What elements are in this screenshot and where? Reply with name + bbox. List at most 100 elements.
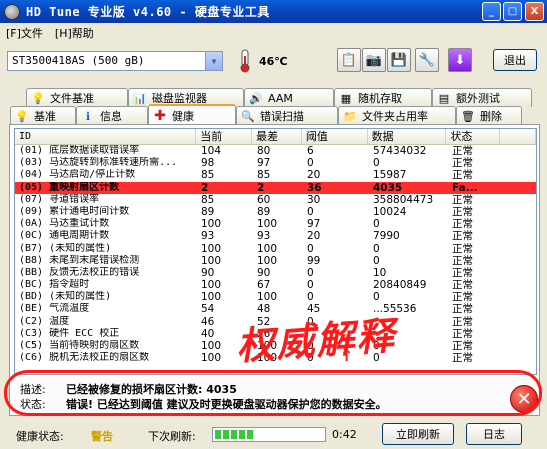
cell-current: 100 <box>201 218 222 231</box>
cell-id: (05) 重映射扇区计数 <box>19 181 120 193</box>
cell-current: 98 <box>201 157 215 170</box>
magnifier-icon: 🔍 <box>241 109 255 123</box>
speaker-icon: 🔊 <box>249 91 263 105</box>
info-icon: ℹ <box>85 109 91 123</box>
cell-id: (09) 累计通电时间计数 <box>19 205 130 217</box>
header-current[interactable]: 当前 <box>196 129 253 144</box>
maximize-button[interactable]: □ <box>503 2 522 21</box>
tab-aam[interactable]: 🔊 AAM <box>244 88 334 107</box>
options-icon[interactable]: 🔧 <box>415 48 439 72</box>
menu-help[interactable]: [H]帮助 <box>49 25 100 41</box>
table-row[interactable]: (07) 寻道错误率 85 60 30 358804473 正常 <box>15 194 536 206</box>
refresh-progress-fill <box>215 430 253 439</box>
cell-status: 正常 <box>452 352 473 365</box>
temperature-value: 46℃ <box>259 55 288 68</box>
app-disk-icon <box>4 3 20 20</box>
drive-select[interactable]: ST3500418AS (500 gB) ▼ <box>7 51 223 71</box>
cell-current: 100 <box>201 291 222 304</box>
next-refresh-label: 下次刷新: <box>148 430 196 443</box>
cell-data: 0 <box>373 291 380 304</box>
refresh-now-button[interactable]: 立即刷新 <box>382 423 454 445</box>
tab-label: 基准 <box>34 110 56 123</box>
list-header: ID 当前 最差 阈值 数据 状态 <box>15 129 536 145</box>
camera-icon[interactable]: 📷 <box>362 48 386 72</box>
table-row[interactable]: (BD) (未知的属性) 100 100 0 0 正常 <box>15 291 536 303</box>
table-row[interactable]: (05) 重映射扇区计数 2 2 36 4035 Fa... <box>15 181 536 194</box>
random-icon: ▦ <box>340 91 352 105</box>
table-row[interactable]: (04) 马达启动/停止计数 85 85 20 15987 正常 <box>15 169 536 181</box>
cell-id: (B8) 未尾到末尾错误检测 <box>19 254 140 266</box>
tab-delete[interactable]: 🗑 删除 <box>456 106 522 125</box>
header-data[interactable]: 数据 <box>368 129 447 144</box>
cell-status: 正常 <box>452 145 473 157</box>
cell-id: (07) 寻道错误率 <box>19 193 100 205</box>
table-row[interactable]: (B8) 未尾到末尾错误检测 100 100 99 0 正常 <box>15 255 536 267</box>
tab-health[interactable]: ✚ 健康 <box>148 104 236 125</box>
tab-random-access[interactable]: ▦ 随机存取 <box>334 88 432 107</box>
health-status-label: 健康状态: <box>16 430 64 443</box>
cell-status: 正常 <box>452 205 473 218</box>
save-icon[interactable]: 💾 <box>387 48 411 72</box>
cell-current: 90 <box>201 266 215 279</box>
table-row[interactable]: (0A) 马达重试计数 100 100 97 0 正常 <box>15 218 536 230</box>
download-icon[interactable]: ⬇ <box>448 48 472 72</box>
tab-benchmark[interactable]: 💡 基准 <box>10 106 76 125</box>
cell-threshold: 20 <box>307 169 321 182</box>
tab-extra-tests[interactable]: ▤ 额外测试 <box>432 88 532 107</box>
cell-status: 正常 <box>452 327 473 340</box>
table-row[interactable]: (03) 马达旋转到标准转速所需... 98 97 0 0 正常 <box>15 157 536 169</box>
cell-threshold: 30 <box>307 193 321 206</box>
close-button[interactable]: X <box>525 2 544 21</box>
cell-worst: 89 <box>257 205 271 218</box>
cell-data: 358804473 <box>373 193 434 206</box>
cell-id: (BE) 气流温度 <box>19 303 90 315</box>
cell-id: (03) 马达旋转到标准转速所需... <box>19 157 178 169</box>
cell-current: 89 <box>201 205 215 218</box>
header-spacer <box>500 129 536 144</box>
log-button[interactable]: 日志 <box>466 423 522 445</box>
table-row[interactable]: (BB) 反馈无法校正的错误 90 90 0 10 正常 <box>15 267 536 279</box>
cell-threshold: 0 <box>307 157 314 170</box>
header-worst[interactable]: 最差 <box>252 129 302 144</box>
tab-file-benchmark[interactable]: 💡 文件基准 <box>26 88 128 107</box>
cell-threshold: 6 <box>307 145 314 157</box>
menu-bar: [F]文件 [H]帮助 <box>0 23 547 42</box>
cell-status: 正常 <box>452 193 473 206</box>
exit-button[interactable]: 退出 <box>493 49 537 71</box>
tests-icon: ▤ <box>438 91 450 105</box>
header-threshold[interactable]: 阈值 <box>302 129 368 144</box>
cell-worst: 67 <box>257 279 271 292</box>
cell-current: 100 <box>201 242 222 255</box>
table-row[interactable]: (01) 底层数据读取错误率 104 80 6 57434032 正常 <box>15 145 536 157</box>
cell-worst: 80 <box>257 145 271 157</box>
copy-icon[interactable]: 📋 <box>337 48 361 72</box>
cell-status: 正常 <box>452 291 473 304</box>
cell-threshold: 20 <box>307 230 321 243</box>
tab-row-bottom: 💡 基准 ℹ 信息 ✚ 健康 🔍 错误扫描 📁 文件夹占用率 🗑 删除 <box>10 104 522 125</box>
cell-worst: 60 <box>257 193 271 206</box>
tab-info[interactable]: ℹ 信息 <box>76 106 148 125</box>
table-row[interactable]: (09) 累计通电时间计数 89 89 0 10024 正常 <box>15 206 536 218</box>
table-row[interactable]: (B7) (未知的属性) 100 100 0 0 正常 <box>15 243 536 255</box>
cell-threshold: 0 <box>307 205 314 218</box>
benchmark-icon: 💡 <box>15 109 29 123</box>
table-row[interactable]: (0C) 通电周期计数 93 93 20 7990 正常 <box>15 230 536 242</box>
header-id[interactable]: ID <box>15 129 197 144</box>
table-row[interactable]: (BC) 指令超时 100 67 0 20840849 正常 <box>15 279 536 291</box>
cell-status: 正常 <box>452 254 473 267</box>
cell-id: (04) 马达启动/停止计数 <box>19 169 136 181</box>
cell-threshold: 36 <box>307 181 322 194</box>
tab-label: 额外测试 <box>456 92 500 105</box>
cell-threshold: 0 <box>307 291 314 304</box>
tab-label: 文件基准 <box>50 92 94 105</box>
minimize-button[interactable]: _ <box>482 2 501 21</box>
annotation-arrow-icon: ↑ <box>340 346 354 365</box>
menu-file[interactable]: [F]文件 <box>0 25 49 41</box>
header-status[interactable]: 状态 <box>446 129 501 144</box>
tab-error-scan[interactable]: 🔍 错误扫描 <box>236 106 338 125</box>
chevron-down-icon[interactable]: ▼ <box>205 52 222 70</box>
handwritten-annotation: 权威解释 <box>234 312 398 369</box>
folder-icon: 📁 <box>343 109 357 123</box>
tab-folder-usage[interactable]: 📁 文件夹占用率 <box>338 106 456 125</box>
cell-id: (0C) 通电周期计数 <box>19 230 110 242</box>
